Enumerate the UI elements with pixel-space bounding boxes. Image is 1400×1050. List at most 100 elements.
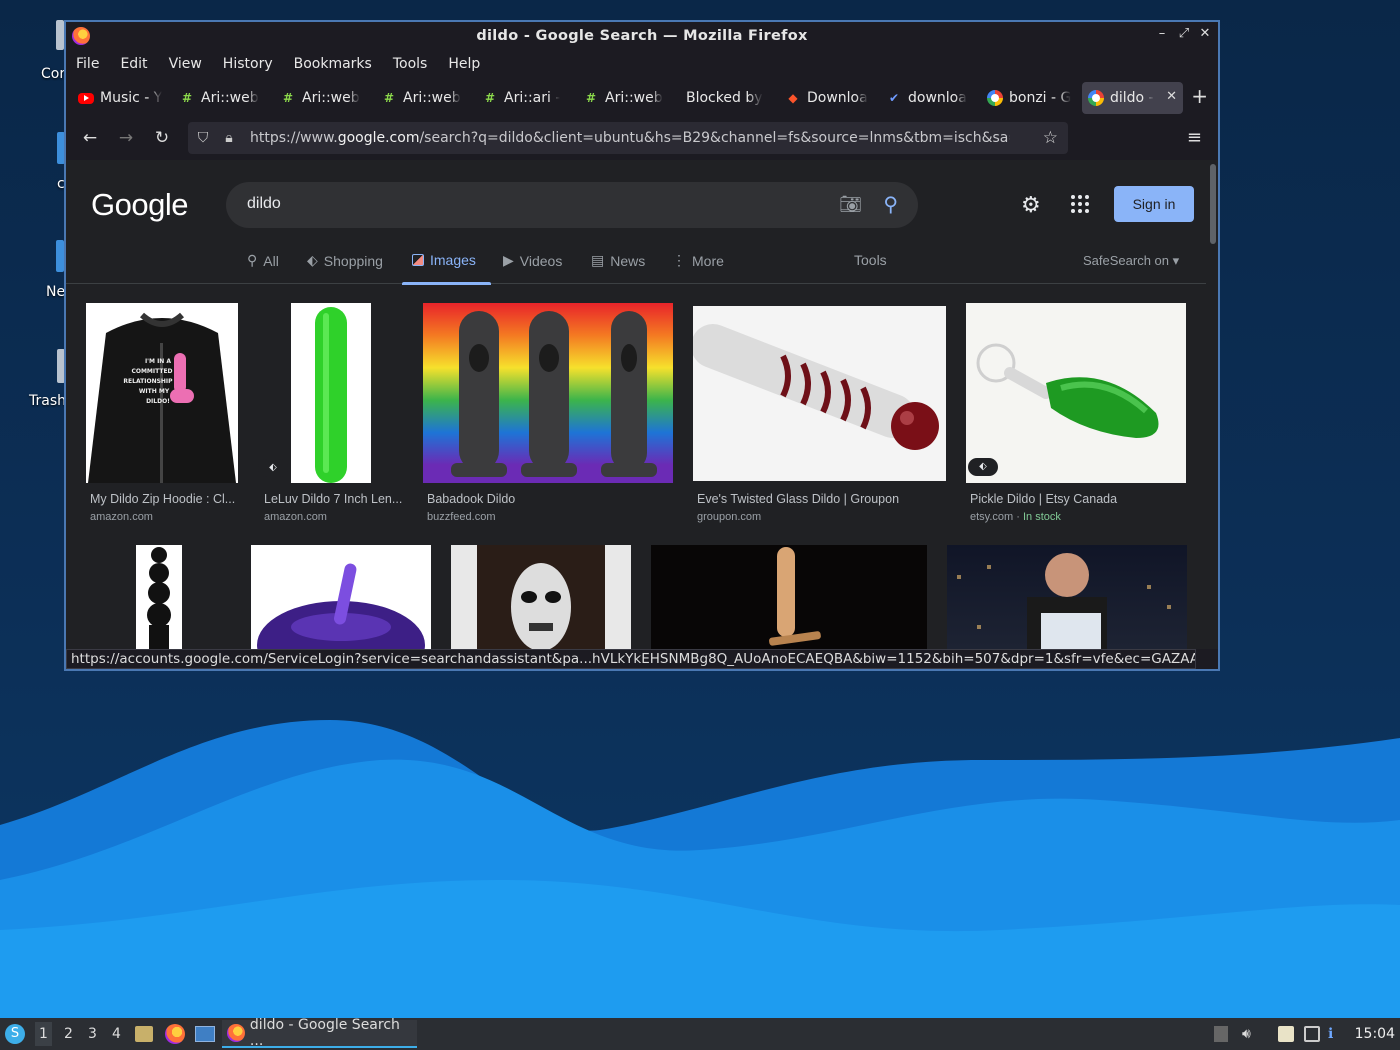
search-icon[interactable]: ⚲ <box>883 192 898 216</box>
network-monitor-icon[interactable] <box>1304 1026 1320 1042</box>
tracking-shield-icon[interactable]: ⛉ <box>190 130 216 146</box>
new-tab-button[interactable]: + <box>1191 84 1208 108</box>
bookmark-star-icon[interactable]: ☆ <box>1043 128 1058 148</box>
svg-text:RELATIONSHIP: RELATIONSHIP <box>123 378 173 385</box>
search-box[interactable]: dildo 📷︎ ⚲ <box>226 182 918 228</box>
tab-all[interactable]: ⚲ All <box>247 252 279 269</box>
maximize-button[interactable]: ⤢ <box>1176 26 1192 41</box>
lock-icon[interactable]: 🔒︎ <box>216 130 242 146</box>
app-menu-icon[interactable]: ≡ <box>1187 127 1202 148</box>
tab-shopping[interactable]: ⬖ Shopping <box>307 252 383 269</box>
menu-view[interactable]: View <box>169 56 202 72</box>
workspace-3[interactable]: 3 <box>88 1026 97 1042</box>
tab-label: Videos <box>519 252 563 269</box>
tab-download-2[interactable]: ✔ downloa <box>880 82 981 114</box>
taskbar-firefox-task[interactable]: dildo - Google Search ... <box>222 1017 417 1049</box>
reload-button[interactable]: ↻ <box>144 128 180 148</box>
ari-icon: # <box>585 91 597 105</box>
desktop-icon-trash[interactable]: Trash <box>29 349 66 409</box>
result-thumbnail-babadook[interactable] <box>423 303 673 483</box>
shopping-tag-icon: ⬖ <box>258 459 288 477</box>
close-window-button[interactable]: ✕ <box>1197 26 1213 41</box>
result-source: amazon.com <box>90 511 153 523</box>
safesearch-dropdown[interactable]: SafeSearch on ▾ <box>1083 253 1179 269</box>
result-thumbnail[interactable] <box>651 545 927 649</box>
news-icon: ▤ <box>591 252 605 268</box>
notes-icon[interactable] <box>1278 1026 1294 1042</box>
menu-edit[interactable]: Edit <box>120 56 147 72</box>
tab-more[interactable]: ⋮ More <box>672 252 724 269</box>
result-thumbnail-glass[interactable] <box>693 306 946 481</box>
taskbar: S 1 2 3 4 dildo - Google Search ... 🔊︎ ℹ… <box>0 1017 1400 1050</box>
google-apps-icon[interactable] <box>1071 195 1089 213</box>
tab-label: Ari::web <box>403 90 461 106</box>
menu-help[interactable]: Help <box>448 56 480 72</box>
tab-images[interactable]: Images <box>412 252 476 268</box>
tab-ari-web[interactable]: # Ari::web <box>274 82 375 114</box>
svg-text:I'M IN A: I'M IN A <box>145 358 171 365</box>
firefox-launcher-icon[interactable] <box>165 1024 185 1044</box>
firefox-icon <box>227 1024 245 1042</box>
purple-apple-image <box>257 563 425 649</box>
result-thumbnail[interactable] <box>947 545 1187 649</box>
start-menu-icon[interactable]: S <box>5 1024 25 1044</box>
url-domain: google.com <box>337 130 420 146</box>
sign-in-button[interactable]: Sign in <box>1114 186 1194 222</box>
close-tab-icon[interactable]: ✕ <box>1166 89 1177 104</box>
result-title[interactable]: Eve's Twisted Glass Dildo | Groupon <box>697 492 899 506</box>
page-scrollbar[interactable] <box>1210 164 1216 244</box>
tab-music[interactable]: Music - Y <box>72 82 173 114</box>
result-title[interactable]: Babadook Dildo <box>427 492 515 506</box>
computer-icon <box>56 20 64 50</box>
volume-icon[interactable]: 🔊︎ <box>1242 1026 1258 1042</box>
window-titlebar[interactable]: dildo - Google Search — Mozilla Firefox … <box>66 22 1218 50</box>
tab-bar: Music - Y # Ari::web # Ari::web # Ari::web … <box>66 78 1218 118</box>
result-thumbnail[interactable] <box>451 545 631 649</box>
tab-dildo-active[interactable]: dildo - ✕ <box>1082 82 1183 114</box>
tab-download[interactable]: ◆ Downloa <box>779 82 880 114</box>
tab-ari-web[interactable]: # Ari::web <box>173 82 274 114</box>
tab-videos[interactable]: ▶︎ Videos <box>503 252 562 269</box>
tab-label: More <box>692 252 724 269</box>
workspace-4[interactable]: 4 <box>112 1026 121 1042</box>
menu-bookmarks[interactable]: Bookmarks <box>294 56 372 72</box>
result-title[interactable]: My Dildo Zip Hoodie : Cl... <box>90 492 235 506</box>
camera-icon[interactable]: 📷︎ <box>839 194 862 215</box>
result-title[interactable]: LeLuv Dildo 7 Inch Len... <box>264 492 402 506</box>
result-thumbnail[interactable] <box>136 545 182 649</box>
result-thumbnail-hoodie[interactable]: I'M IN A COMMITTED RELATIONSHIP WITH MY … <box>86 303 238 483</box>
url-bar[interactable]: ⛉ 🔒︎ https://www.google.com/search?q=dil… <box>188 122 1068 154</box>
desktop-icon-network[interactable]: Ne <box>46 240 65 300</box>
workspace-1[interactable]: 1 <box>35 1022 52 1046</box>
tab-blocked[interactable]: Blocked by <box>678 82 779 114</box>
workspace-2[interactable]: 2 <box>64 1026 73 1042</box>
result-source: etsy.com · In stock <box>970 511 1061 523</box>
tab-news[interactable]: ▤ News <box>591 252 645 269</box>
clipboard-icon[interactable] <box>1214 1026 1228 1042</box>
tab-ari-ari[interactable]: # Ari::ari - <box>476 82 577 114</box>
tab-ari-web[interactable]: # Ari::web <box>375 82 476 114</box>
tab-label: downloa <box>908 90 967 106</box>
result-thumbnail-green[interactable] <box>291 303 371 483</box>
shopping-tag-icon: ⬖ <box>968 458 998 476</box>
google-logo[interactable]: Google <box>91 187 188 223</box>
file-manager-icon[interactable] <box>135 1026 153 1042</box>
settings-gear-icon[interactable]: ⚙ <box>1021 193 1041 218</box>
result-title[interactable]: Pickle Dildo | Etsy Canada <box>970 492 1117 506</box>
notification-icon[interactable]: ℹ <box>1328 1026 1344 1042</box>
show-desktop-icon[interactable] <box>195 1026 215 1042</box>
menu-history[interactable]: History <box>223 56 273 72</box>
tools-button[interactable]: Tools <box>854 252 887 268</box>
back-button[interactable]: ← <box>72 128 108 148</box>
forward-button[interactable]: → <box>108 128 144 148</box>
desktop-icon-computer[interactable]: Cor <box>41 20 65 82</box>
menu-tools[interactable]: Tools <box>393 56 428 72</box>
search-input[interactable]: dildo <box>247 195 281 213</box>
tab-bonzi[interactable]: bonzi - G <box>981 82 1082 114</box>
result-thumbnail-pickle[interactable] <box>966 303 1186 483</box>
minimize-button[interactable]: – <box>1154 26 1170 41</box>
tab-ari-web[interactable]: # Ari::web <box>577 82 678 114</box>
search-small-icon: ⚲ <box>247 252 258 268</box>
menu-file[interactable]: File <box>76 56 99 72</box>
result-thumbnail[interactable] <box>251 545 431 649</box>
